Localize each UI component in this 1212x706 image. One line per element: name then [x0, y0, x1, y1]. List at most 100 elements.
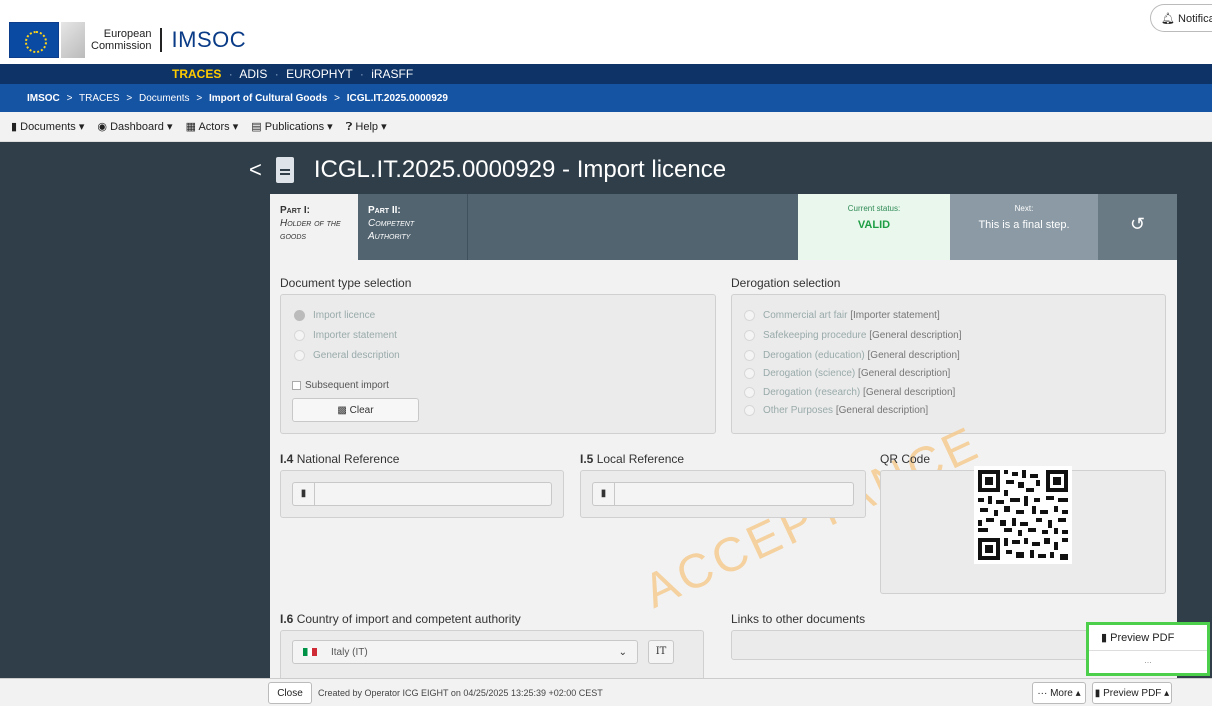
tab-part-2[interactable]: Part II: Competent Authority [358, 194, 468, 260]
preview-pdf-menu-item[interactable]: ▮ Preview PDF [1089, 625, 1207, 651]
radio-derogation-option[interactable]: Derogation (education) [General descript… [744, 350, 960, 361]
radio-label: Commercial art fair [763, 310, 848, 321]
created-info: Created by Operator ICG EIGHT on 04/25/2… [318, 688, 603, 698]
breadcrumb-traces[interactable]: TRACES [79, 93, 120, 104]
system-navbar: TRACES · ADIS · EUROPHYT · iRASFF [0, 64, 1212, 84]
menu-label: Help [355, 121, 379, 133]
nav-separator: · [274, 67, 279, 81]
nav-irasff[interactable]: iRASFF [371, 67, 413, 81]
radio-label: Derogation (research) [763, 387, 861, 398]
chevron-right-icon: > [196, 93, 203, 104]
national-ref-input[interactable]: ▮ [292, 482, 552, 506]
menu-actors[interactable]: ▦ Actors ▾ [186, 121, 239, 133]
more-button[interactable]: ··· More ▴ [1032, 682, 1086, 704]
country-label: I.6 Country of import and competent auth… [280, 612, 521, 626]
nav-adis[interactable]: ADIS [239, 67, 267, 81]
qr-code-label: QR Code [880, 452, 931, 466]
radio-derogation-option[interactable]: Derogation (science) [General descriptio… [744, 368, 950, 379]
bell-icon: 🔔︎ [1161, 13, 1175, 25]
logo-line-1: European [103, 28, 152, 40]
tab-desc: Holder of the [280, 218, 341, 229]
menu-help[interactable]: ❓︎ Help ▾ [346, 121, 387, 133]
radio-label: Safekeeping procedure [763, 330, 867, 341]
field-label: Country of import and competent authorit… [296, 612, 521, 626]
radio-general-description[interactable]: General description [294, 350, 400, 361]
chevron-left-icon[interactable]: < [249, 157, 262, 183]
local-ref-input[interactable]: ▮ [592, 482, 854, 506]
radio-button [744, 350, 755, 361]
close-button[interactable]: Close [268, 682, 312, 704]
local-ref-label: I.5 Local Reference [580, 452, 684, 466]
status-badge: Current status: VALID [798, 194, 950, 260]
country-select[interactable]: Italy (IT) ⌄ [292, 640, 638, 664]
radio-extra: [General description] [867, 350, 960, 361]
preview-pdf-button[interactable]: ▮ Preview PDF ▴ [1092, 682, 1172, 704]
file-icon: ▮ [1094, 688, 1101, 699]
radio-import-licence[interactable]: Import licence [294, 310, 375, 321]
document-icon [275, 157, 294, 183]
breadcrumb: IMSOC > TRACES > Documents > Import of C… [0, 84, 1212, 112]
caret-down-icon: ▾ [327, 121, 333, 133]
menu-label: Publications [264, 121, 325, 133]
list-icon: ▤ [251, 121, 262, 133]
radio-derogation-option[interactable]: Safekeeping procedure [General descripti… [744, 330, 961, 341]
ec-logo-text: European Commission [91, 28, 162, 52]
breadcrumb-imsoc[interactable]: IMSOC [27, 93, 60, 104]
tab-desc: goods [280, 231, 307, 242]
radio-label: Derogation (education) [763, 350, 865, 361]
radio-derogation-option[interactable]: Commercial art fair [Importer statement] [744, 310, 940, 321]
dropdown-more[interactable]: ... [1089, 651, 1207, 665]
menu-publications[interactable]: ▤ Publications ▾ [251, 121, 332, 133]
breadcrumb-documents[interactable]: Documents [139, 93, 190, 104]
subsequent-import-checkbox[interactable]: Subsequent import [292, 380, 389, 391]
clear-button[interactable]: ▩ Clear [292, 398, 419, 422]
radio-derogation-option[interactable]: Derogation (research) [General descripti… [744, 387, 955, 398]
local-ref-field[interactable] [614, 482, 854, 506]
ec-logo[interactable]: European Commission IMSOC [9, 22, 246, 58]
eu-flag-icon [9, 22, 59, 58]
national-ref-field[interactable] [314, 482, 552, 506]
checkbox-label: Subsequent import [305, 380, 389, 391]
preview-pdf-label: Preview PDF ▴ [1103, 688, 1170, 699]
main-area: < ICGL.IT.2025.0000929 - Import licence … [0, 142, 1212, 678]
logo-building-icon [61, 22, 85, 58]
pdf-file-icon: ▮ [1101, 632, 1108, 644]
status-label: Current status: [847, 204, 901, 213]
form-content: Document type selection Import licence I… [270, 260, 1177, 678]
menu-dashboard[interactable]: ◉ Dashboard ▾ [97, 121, 172, 133]
radio-button [744, 330, 755, 341]
radio-extra: [General description] [835, 405, 929, 416]
field-number: I.4 [280, 452, 294, 466]
app-title: IMSOC [171, 27, 247, 52]
preview-pdf-dropdown: ▮ Preview PDF ... [1086, 622, 1210, 676]
history-button[interactable]: ↺ [1098, 194, 1177, 260]
status-value: VALID [857, 219, 891, 231]
notifications-button[interactable]: 🔔︎ Notifica [1150, 4, 1212, 32]
nav-europhyt[interactable]: EUROPHYT [286, 67, 352, 81]
radio-label: General description [313, 350, 400, 361]
doc-type-label: Document type selection [280, 276, 412, 290]
logo-line-2: Commission [91, 40, 152, 52]
breadcrumb-import-cultural-goods[interactable]: Import of Cultural Goods [209, 93, 327, 104]
chevron-right-icon: > [334, 93, 340, 104]
field-label: National Reference [296, 452, 400, 466]
menu-documents[interactable]: ▮ Documents ▾ [11, 121, 84, 133]
field-label: Local Reference [596, 452, 685, 466]
bookmark-icon: ▮ [592, 482, 614, 506]
radio-button [744, 310, 755, 321]
radio-importer-statement[interactable]: Importer statement [294, 330, 397, 341]
menu-label: Documents [20, 121, 76, 133]
caret-down-icon: ▾ [166, 121, 173, 133]
field-number: I.5 [580, 452, 594, 466]
caret-down-icon: ▾ [381, 121, 387, 133]
radio-derogation-option[interactable]: Other Purposes [General description] [744, 405, 928, 416]
country-code-button[interactable]: IT [648, 640, 674, 664]
footer-bar: Close Created by Operator ICG EIGHT on 0… [0, 678, 1212, 706]
menu-label: Actors [198, 121, 230, 133]
tab-title: Part I: [280, 205, 310, 216]
nav-traces[interactable]: TRACES [172, 67, 221, 81]
clear-label: Clear [349, 405, 374, 416]
national-ref-label: I.4 National Reference [280, 452, 399, 466]
checkbox [292, 381, 301, 390]
tab-part-1[interactable]: Part I: Holder of the goods [270, 194, 358, 260]
